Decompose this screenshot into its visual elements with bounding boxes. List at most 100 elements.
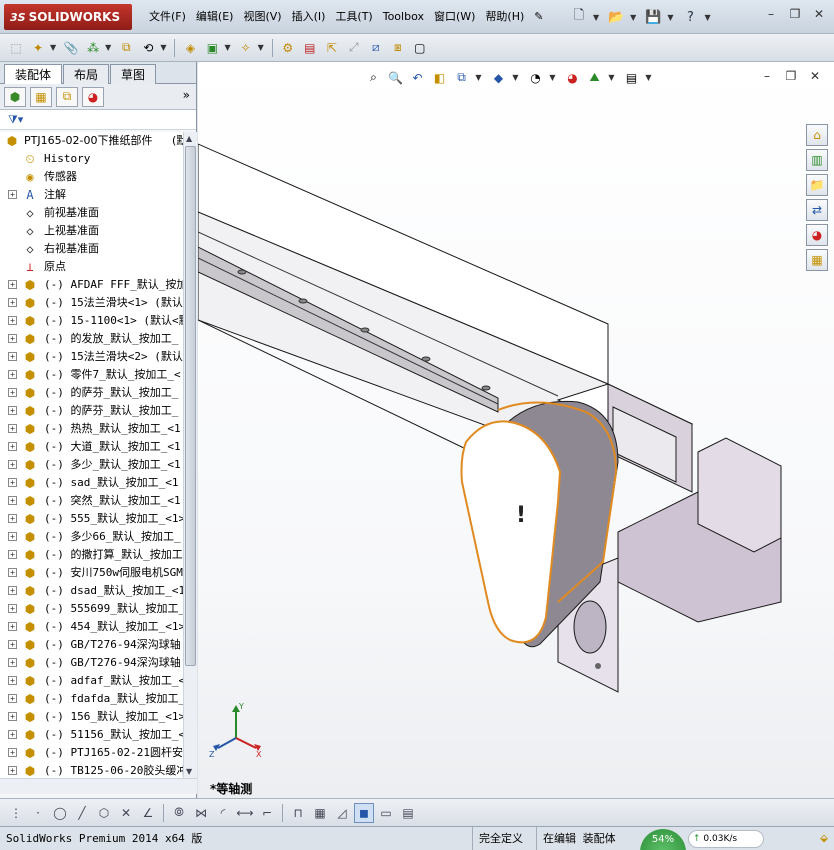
new-motion-study-icon[interactable]: ⚙ xyxy=(278,38,298,58)
menu-insert[interactable]: 插入(I) xyxy=(287,0,331,34)
features-dropdown-icon[interactable]: ▼ xyxy=(224,43,230,52)
expand-icon[interactable]: + xyxy=(8,388,17,397)
circle-icon[interactable]: ◯ xyxy=(50,803,70,823)
tree-component-item[interactable]: + ⬢ (-) 突然_默认_按加工_<1 xyxy=(0,492,183,510)
line-icon[interactable]: ╱ xyxy=(72,803,92,823)
tree-component-item[interactable]: + ⬢ (-) 555_默认_按加工_<1> xyxy=(0,510,183,528)
clearance-verification-icon[interactable]: ⧆ xyxy=(388,38,408,58)
display-style-icon[interactable]: ◆ xyxy=(489,68,508,87)
tab-assembly[interactable]: 装配体 xyxy=(4,64,63,84)
tree-component-item[interactable]: + ⬢ (-) adfaf_默认_按加工_< xyxy=(0,672,183,690)
view-settings-icon[interactable]: ▤ xyxy=(622,68,641,87)
tree-feature-item[interactable]: ⏲ History xyxy=(0,150,183,168)
tree-component-item[interactable]: + ⬢ (-) 555699_默认_按加工_ xyxy=(0,600,183,618)
pin-icon[interactable]: ✎ xyxy=(529,0,548,34)
expand-icon[interactable]: + xyxy=(8,640,17,649)
reference-dropdown-icon[interactable]: ▼ xyxy=(258,43,264,52)
tile-vertical-icon[interactable]: ▤ xyxy=(398,803,418,823)
expand-icon[interactable]: + xyxy=(8,478,17,487)
orientation-dropdown-icon[interactable]: ▼ xyxy=(474,68,483,87)
interference-detection-icon[interactable]: ⧄ xyxy=(366,38,386,58)
configuration-manager-icon[interactable]: ⧉ xyxy=(56,86,78,107)
edit-component-icon[interactable]: ⧉ xyxy=(116,38,136,58)
tree-component-item[interactable]: + ⬢ (-) 零件7_默认_按加工_< xyxy=(0,366,183,384)
tile-horizontal-icon[interactable]: ▭ xyxy=(376,803,396,823)
3d-model[interactable]: ! xyxy=(198,62,834,798)
hide-show-items-icon[interactable]: ◔ xyxy=(526,68,545,87)
expand-icon[interactable]: + xyxy=(8,316,17,325)
tree-component-item[interactable]: + ⬢ (-) 的发放_默认_按加工_ xyxy=(0,330,183,348)
scrollbar-thumb[interactable] xyxy=(185,146,196,666)
expand-icon[interactable]: + xyxy=(8,658,17,667)
angle-icon[interactable]: ◿ xyxy=(332,803,352,823)
open-dropdown-icon[interactable]: ▼ xyxy=(630,13,636,22)
dimension-icon[interactable]: ⟷ xyxy=(235,803,255,823)
tree-component-item[interactable]: + ⬢ (-) 大道_默认_按加工_<1 xyxy=(0,438,183,456)
scroll-up-icon[interactable]: ▲ xyxy=(186,134,192,143)
expand-icon[interactable]: + xyxy=(8,190,17,199)
tree-filter-row[interactable]: ⧩▾ xyxy=(0,110,196,130)
expand-icon[interactable]: + xyxy=(8,730,17,739)
edit-mode-status[interactable]: 在编辑 装配体 xyxy=(536,827,636,850)
tree-component-item[interactable]: + ⬢ (-) PTJ165-02-21圆杆安装 xyxy=(0,744,183,762)
expand-icon[interactable]: + xyxy=(8,442,17,451)
grid-icon[interactable]: ▦ xyxy=(310,803,330,823)
expand-icon[interactable]: + xyxy=(8,352,17,361)
previous-view-icon[interactable]: ↶ xyxy=(408,68,427,87)
expand-icon[interactable]: + xyxy=(8,532,17,541)
tree-component-item[interactable]: + ⬢ (-) 15-1100<1> (默认<默 xyxy=(0,312,183,330)
polygon-icon[interactable]: ⬡ xyxy=(94,803,114,823)
expand-icon[interactable]: + xyxy=(8,280,17,289)
new-part-dropdown-icon[interactable]: ▼ xyxy=(50,43,56,52)
tree-feature-item[interactable]: ⟂ 原点 xyxy=(0,258,183,276)
ruler-icon[interactable]: ⊓ xyxy=(288,803,308,823)
expand-icon[interactable]: + xyxy=(8,568,17,577)
property-manager-icon[interactable]: ▦ xyxy=(30,86,52,107)
display-manager-icon[interactable]: ◕ xyxy=(82,86,104,107)
tree-vertical-scrollbar[interactable]: ▲ ▼ xyxy=(183,132,197,778)
exploded-view-icon[interactable]: ⇱ xyxy=(322,38,342,58)
filter-icon[interactable]: ⧩▾ xyxy=(8,113,23,127)
tree-component-item[interactable]: + ⬢ (-) TB125-06-20胶头缓冲 xyxy=(0,762,183,778)
tree-component-item[interactable]: + ⬢ (-) 多少66_默认_按加工_ xyxy=(0,528,183,546)
appearances-scenes-icon[interactable]: ◕ xyxy=(806,224,828,246)
menu-view[interactable]: 视图(V) xyxy=(238,0,286,34)
more-managers-icon[interactable]: » xyxy=(183,88,190,102)
design-library-icon[interactable]: ▥ xyxy=(806,149,828,171)
help-dropdown-icon[interactable]: ▼ xyxy=(704,13,710,22)
expand-icon[interactable]: + xyxy=(8,766,17,775)
expand-icon[interactable]: + xyxy=(8,694,17,703)
restore-icon[interactable]: ❐ xyxy=(786,6,804,22)
viewport-minimize-icon[interactable]: – xyxy=(758,68,776,84)
explode-line-icon[interactable]: ⤢ xyxy=(344,38,364,58)
expand-icon[interactable]: + xyxy=(8,622,17,631)
scene-dropdown-icon[interactable]: ▼ xyxy=(607,68,616,87)
fillet-icon[interactable]: ◜ xyxy=(213,803,233,823)
tree-component-item[interactable]: + ⬢ (-) dsad_默认_按加工_<1 xyxy=(0,582,183,600)
tree-component-item[interactable]: + ⬢ (-) 的萨芬_默认_按加工_ xyxy=(0,384,183,402)
menu-tools[interactable]: 工具(T) xyxy=(330,0,377,34)
tree-component-item[interactable]: + ⬢ (-) 51156_默认_按加工_< xyxy=(0,726,183,744)
insert-component-icon[interactable]: ⬚ xyxy=(6,38,26,58)
expand-icon[interactable]: + xyxy=(8,460,17,469)
solidworks-resources-icon[interactable]: ⌂ xyxy=(806,124,828,146)
expand-icon[interactable]: + xyxy=(8,298,17,307)
display-dropdown-icon[interactable]: ▼ xyxy=(511,68,520,87)
tree-feature-item[interactable]: + A 注解 xyxy=(0,186,183,204)
scroll-down-icon[interactable]: ▼ xyxy=(186,767,192,776)
tree-feature-item[interactable]: ◇ 右视基准面 xyxy=(0,240,183,258)
expand-icon[interactable]: + xyxy=(8,370,17,379)
zoom-to-fit-icon[interactable]: ⌕ xyxy=(364,68,383,87)
hide-show-dropdown-icon[interactable]: ▼ xyxy=(548,68,557,87)
menu-toolbox[interactable]: Toolbox xyxy=(378,0,429,34)
expand-icon[interactable]: + xyxy=(8,334,17,343)
bill-of-materials-icon[interactable]: ▤ xyxy=(300,38,320,58)
new-document-icon[interactable]: 🗋 xyxy=(568,6,590,28)
relation-icon[interactable]: ⌐ xyxy=(257,803,277,823)
show-hidden-icon[interactable]: ◈ xyxy=(180,38,200,58)
tree-component-item[interactable]: + ⬢ (-) 热热_默认_按加工_<1 xyxy=(0,420,183,438)
graphics-area[interactable]: ! ⌕ 🔍 ↶ ◧ ⧉ ▼ ◆ ▼ ◔ ▼ ◕ ⛰ ▼ ▤ ▼ – ❐ ✕ ⌂ ▥ 📁 ⇄… xyxy=(198,62,834,798)
menu-file[interactable]: 文件(F) xyxy=(144,0,191,34)
trim-icon[interactable]: ✕ xyxy=(116,803,136,823)
file-explorer-icon[interactable]: 📁 xyxy=(806,174,828,196)
